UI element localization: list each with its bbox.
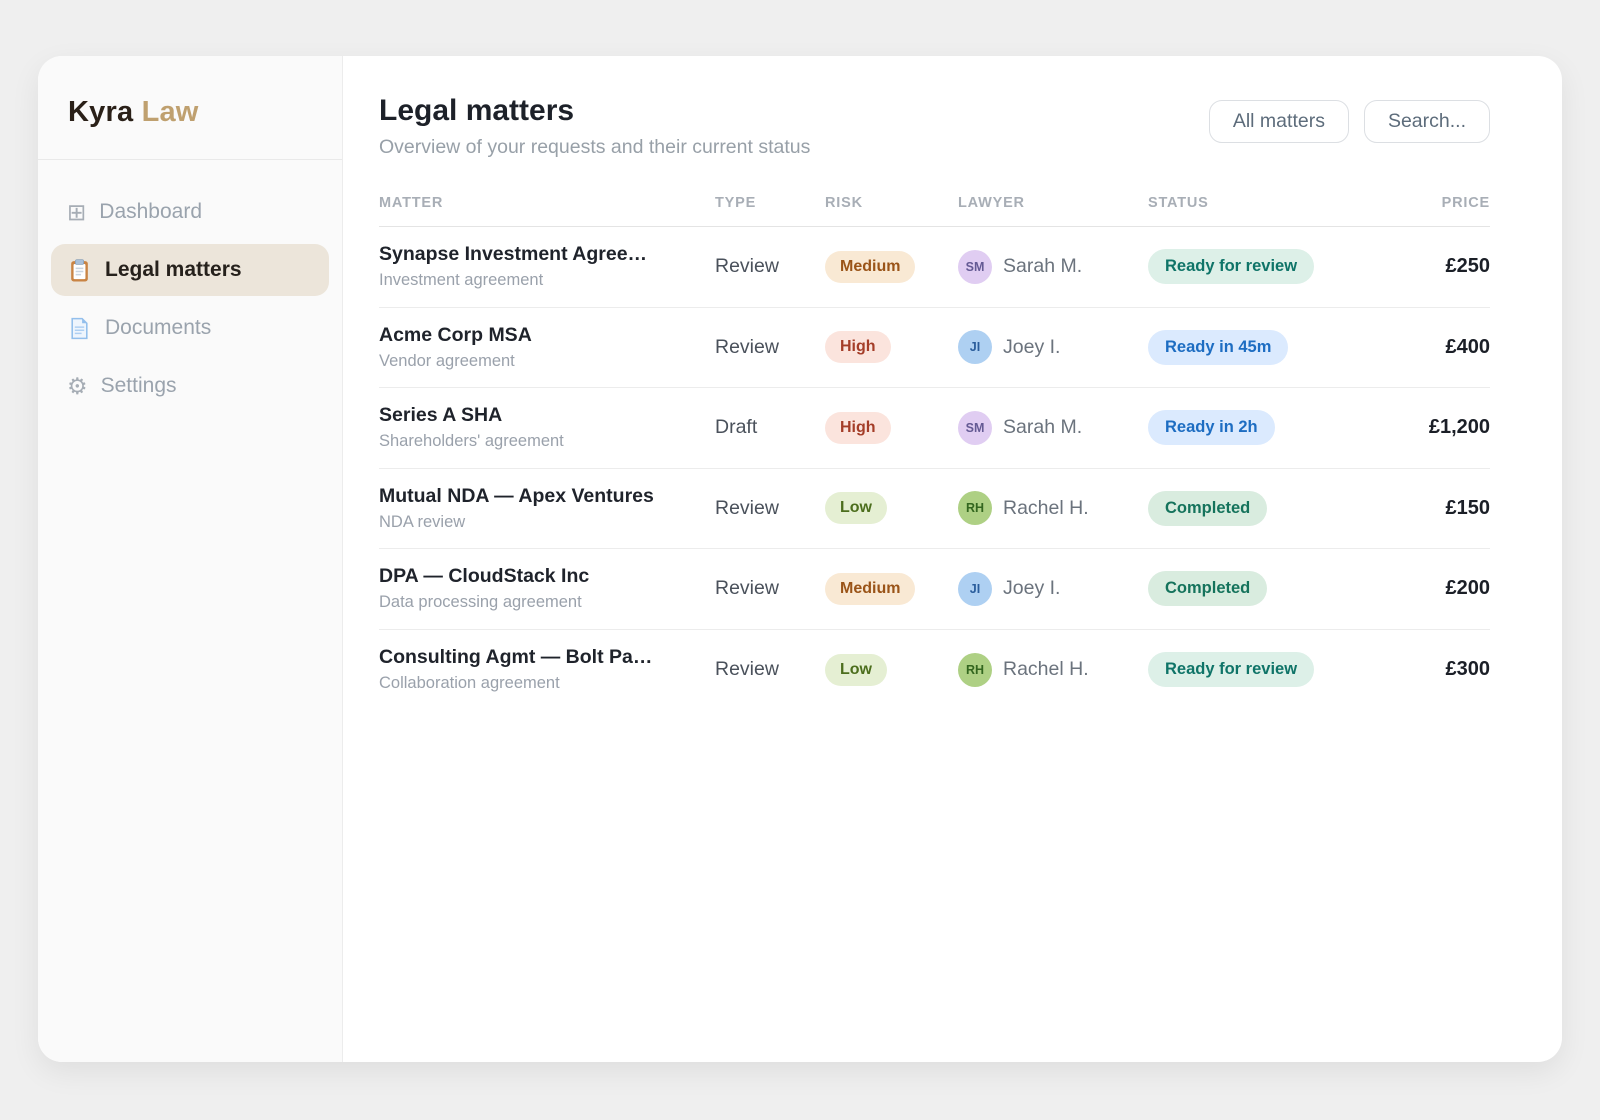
column-header-price: PRICE: [1420, 195, 1490, 211]
matter-title: DPA — CloudStack Inc: [379, 565, 699, 588]
matter-type: Review: [715, 255, 825, 278]
table-row[interactable]: Synapse Investment Agree… Investment agr…: [379, 227, 1490, 308]
clipboard-icon: [67, 258, 92, 283]
matter-title: Series A SHA: [379, 404, 699, 427]
matter-type: Review: [715, 658, 825, 681]
app-window: Kyra Law ⊞ Dashboard: [38, 56, 1562, 1062]
lawyer-name: Rachel H.: [1003, 658, 1089, 681]
main-content: Legal matters Overview of your requests …: [343, 56, 1562, 1062]
table-row[interactable]: DPA — CloudStack Inc Data processing agr…: [379, 549, 1490, 630]
matter-subtitle: Data processing agreement: [379, 593, 715, 612]
lawyer-name: Joey I.: [1003, 336, 1060, 359]
status-badge: Ready for review: [1148, 249, 1314, 284]
matter-price: £400: [1420, 336, 1490, 359]
status-badge: Ready in 45m: [1148, 330, 1288, 365]
lawyer-avatar: RH: [958, 653, 992, 687]
risk-badge: Low: [825, 492, 887, 524]
matter-subtitle: Vendor agreement: [379, 352, 715, 371]
table-header-row: MATTER TYPE RISK LAWYER STATUS PRICE: [379, 195, 1490, 227]
column-header-risk: RISK: [825, 195, 958, 211]
matter-price: £300: [1420, 658, 1490, 681]
matter-title: Synapse Investment Agree…: [379, 243, 699, 266]
column-header-lawyer: LAWYER: [958, 195, 1148, 211]
status-badge: Ready for review: [1148, 652, 1314, 687]
lawyer-avatar: SM: [958, 250, 992, 284]
status-badge: Completed: [1148, 491, 1267, 526]
search-button[interactable]: Search...: [1364, 100, 1490, 143]
matter-subtitle: Investment agreement: [379, 271, 715, 290]
page-subtitle: Overview of your requests and their curr…: [379, 136, 810, 159]
column-header-status: STATUS: [1148, 195, 1420, 211]
brand-name-secondary: Law: [142, 96, 199, 128]
lawyer-avatar: RH: [958, 491, 992, 525]
matter-price: £250: [1420, 255, 1490, 278]
sidebar: Kyra Law ⊞ Dashboard: [38, 56, 343, 1062]
matter-price: £1,200: [1420, 416, 1490, 439]
matters-table: MATTER TYPE RISK LAWYER STATUS PRICE Syn…: [379, 195, 1490, 710]
sidebar-item-label: Settings: [101, 374, 177, 398]
column-header-type: TYPE: [715, 195, 825, 211]
header-actions: All matters Search...: [1209, 100, 1490, 143]
all-matters-button[interactable]: All matters: [1209, 100, 1349, 143]
lawyer-avatar: JI: [958, 330, 992, 364]
matter-title: Acme Corp MSA: [379, 324, 699, 347]
table-row[interactable]: Series A SHA Shareholders' agreement Dra…: [379, 388, 1490, 469]
risk-badge: High: [825, 412, 891, 444]
matter-price: £150: [1420, 497, 1490, 520]
lawyer-avatar: SM: [958, 411, 992, 445]
sidebar-item-label: Documents: [105, 316, 211, 340]
status-badge: Ready in 2h: [1148, 410, 1275, 445]
table-row[interactable]: Acme Corp MSA Vendor agreement Review Hi…: [379, 308, 1490, 389]
sidebar-item-label: Dashboard: [99, 200, 202, 224]
page-header: Legal matters Overview of your requests …: [379, 94, 1490, 159]
risk-badge: High: [825, 331, 891, 363]
lawyer-name: Sarah M.: [1003, 255, 1082, 278]
sidebar-item-dashboard[interactable]: ⊞ Dashboard: [51, 186, 329, 238]
column-header-matter: MATTER: [379, 195, 715, 211]
status-badge: Completed: [1148, 571, 1267, 606]
matter-price: £200: [1420, 577, 1490, 600]
table-row[interactable]: Consulting Agmt — Bolt Pa… Collaboration…: [379, 630, 1490, 711]
gear-icon: ⚙: [67, 375, 88, 398]
matter-subtitle: NDA review: [379, 513, 715, 532]
document-icon: [67, 316, 92, 341]
lawyer-name: Sarah M.: [1003, 416, 1082, 439]
page-title: Legal matters: [379, 94, 810, 128]
sidebar-item-settings[interactable]: ⚙ Settings: [51, 360, 329, 412]
sidebar-item-label: Legal matters: [105, 258, 242, 282]
matter-subtitle: Collaboration agreement: [379, 674, 715, 693]
matter-subtitle: Shareholders' agreement: [379, 432, 715, 451]
sidebar-item-legal-matters[interactable]: Legal matters: [51, 244, 329, 296]
sidebar-item-documents[interactable]: Documents: [51, 302, 329, 354]
lawyer-avatar: JI: [958, 572, 992, 606]
lawyer-name: Rachel H.: [1003, 497, 1089, 520]
sidebar-divider: [38, 159, 342, 160]
risk-badge: Low: [825, 654, 887, 686]
matter-type: Review: [715, 577, 825, 600]
matter-title: Mutual NDA — Apex Ventures: [379, 485, 699, 508]
risk-badge: Medium: [825, 251, 915, 283]
sidebar-nav: ⊞ Dashboard Legal matters: [38, 186, 342, 412]
table-row[interactable]: Mutual NDA — Apex Ventures NDA review Re…: [379, 469, 1490, 550]
risk-badge: Medium: [825, 573, 915, 605]
lawyer-name: Joey I.: [1003, 577, 1060, 600]
table-body: Synapse Investment Agree… Investment agr…: [379, 227, 1490, 710]
matter-type: Review: [715, 336, 825, 359]
matter-title: Consulting Agmt — Bolt Pa…: [379, 646, 699, 669]
dashboard-grid-icon: ⊞: [67, 201, 86, 224]
matter-type: Draft: [715, 416, 825, 439]
brand-name-primary: Kyra: [68, 96, 133, 128]
matter-type: Review: [715, 497, 825, 520]
brand-logo: Kyra Law: [38, 56, 342, 159]
